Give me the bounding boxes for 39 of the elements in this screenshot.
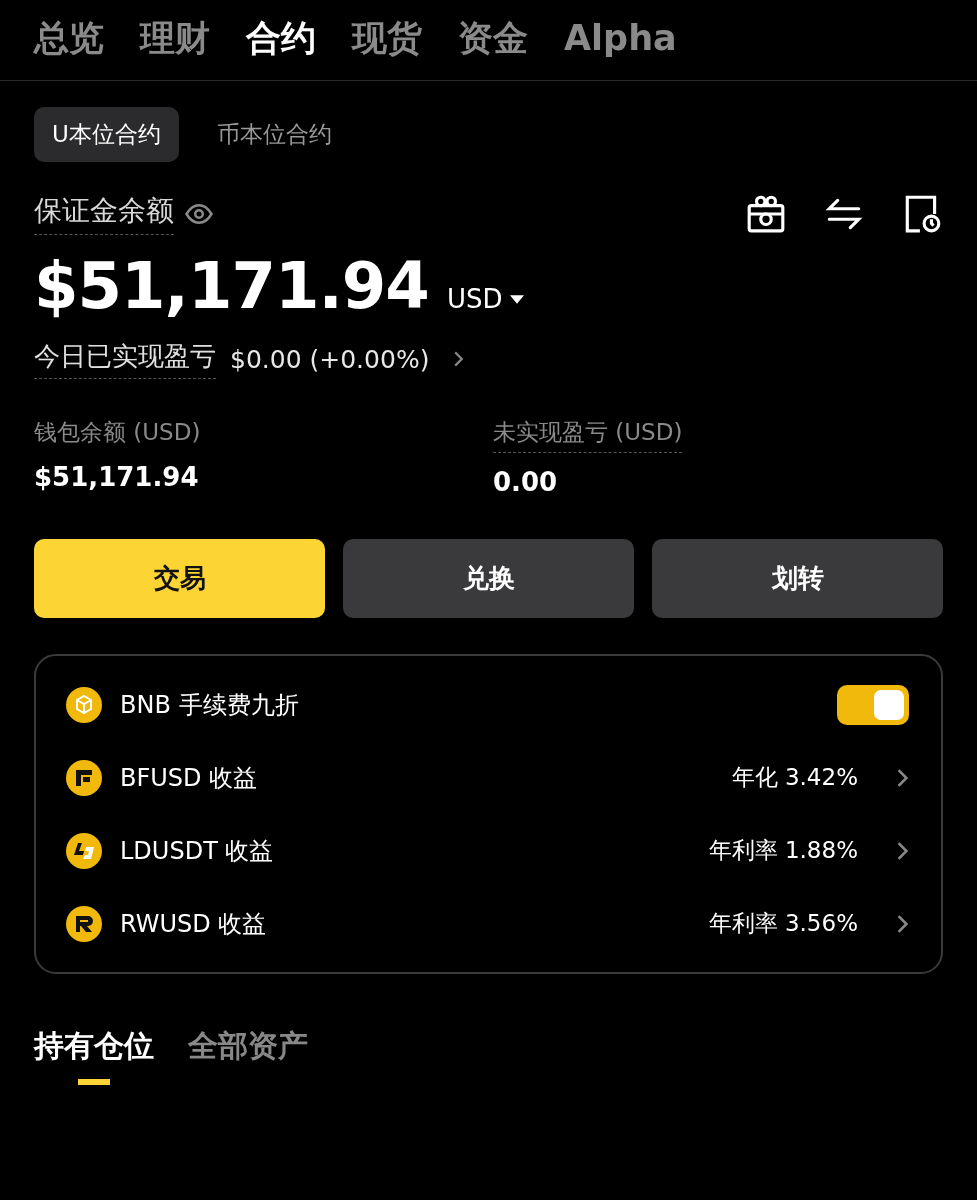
sub-tab[interactable]: U本位合约	[34, 107, 179, 162]
balance-amount: $51,171.94	[34, 249, 429, 323]
rate-value: 年利率 1.88%	[708, 836, 858, 865]
chevron-icon[interactable]	[896, 839, 909, 862]
chevron-icon[interactable]	[896, 912, 909, 935]
nav-tab[interactable]: 总览	[34, 14, 104, 62]
nav-tab[interactable]: Alpha	[564, 14, 677, 62]
rate-value: 年化 3.42%	[731, 763, 858, 792]
balance-label: 保证金余额	[34, 192, 174, 235]
row-label: LDUSDT 收益	[120, 835, 275, 867]
nav-tab[interactable]: 理财	[140, 14, 210, 62]
pnl-value: $0.00 (+0.00%)	[230, 344, 430, 374]
coin-icon	[66, 759, 102, 796]
rate-value: 年利率 3.56%	[708, 909, 858, 938]
toggle-switch[interactable]	[837, 684, 909, 725]
nav-tab[interactable]: 资金	[458, 14, 528, 62]
sub-tab[interactable]: 币本位合约	[198, 107, 350, 162]
caret-icon	[510, 294, 525, 304]
row-label: BNB 手续费九折	[120, 689, 300, 721]
coin-icon	[66, 905, 102, 942]
chevron-icon[interactable]	[896, 766, 909, 789]
currency-dropdown[interactable]: USD	[446, 284, 525, 314]
stat-value: $51,171.94	[34, 462, 199, 492]
stat-value: 0.00	[493, 467, 558, 497]
section-tab[interactable]: 持有仓位	[34, 1026, 154, 1085]
row-label: BFUSD 收益	[120, 762, 259, 794]
coin-icon	[66, 832, 102, 869]
action-button[interactable]: 兑换	[343, 539, 634, 618]
section-tab[interactable]: 全部资产	[188, 1026, 308, 1085]
nav-tab[interactable]: 合约	[246, 14, 316, 62]
action-button[interactable]: 交易	[34, 539, 325, 618]
chevron-icon[interactable]	[453, 350, 465, 368]
pnl-label: 今日已实现盈亏	[34, 339, 216, 379]
nav-tab[interactable]: 现货	[352, 14, 422, 62]
stat-label: 钱包余额 (USD)	[34, 418, 201, 447]
action-button[interactable]: 划转	[652, 539, 943, 618]
row-label: RWUSD 收益	[120, 908, 268, 940]
coin-icon	[66, 686, 102, 723]
stat-label: 未实现盈亏 (USD)	[493, 417, 683, 453]
